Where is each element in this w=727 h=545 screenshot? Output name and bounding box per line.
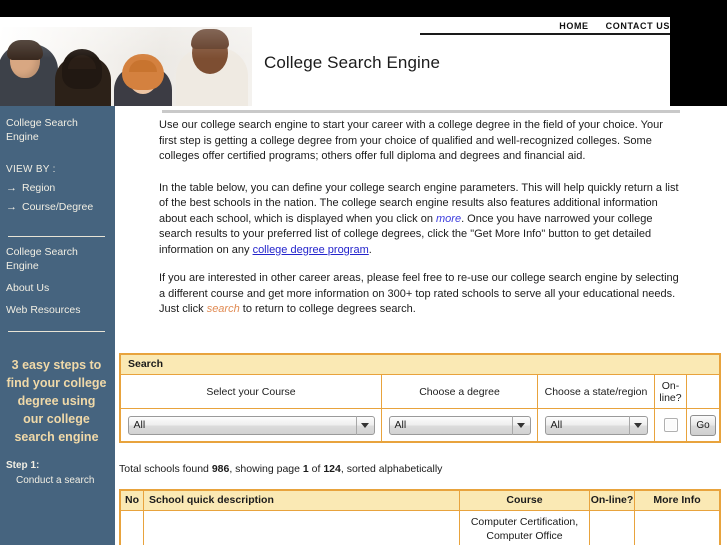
sidebar-item-web-resources[interactable]: Web Resources	[6, 303, 107, 317]
link-search[interactable]: search	[207, 303, 240, 315]
search-col-action-label	[687, 375, 719, 409]
search-go-cell: Go	[687, 409, 719, 441]
row-more-info	[635, 511, 719, 545]
sidebar-item-region[interactable]: → Region	[6, 182, 107, 195]
arrow-right-icon: →	[6, 182, 17, 194]
content-top-divider	[162, 110, 680, 113]
search-degree-cell: All	[382, 409, 538, 441]
nav-rule	[420, 33, 670, 35]
banner-photo	[0, 27, 252, 106]
paragraph-table-help: In the table below, you can define your …	[159, 181, 683, 259]
sidebar-promo-heading: 3 easy steps to find your college degree…	[6, 358, 107, 444]
link-more[interactable]: more	[436, 213, 461, 225]
nav-contact-us[interactable]: CONTACT US	[606, 21, 670, 31]
sidebar-item-region-label[interactable]: Region	[22, 182, 55, 195]
table-row[interactable]: Computer Certification, Computer Office	[121, 511, 719, 545]
region-select[interactable]: All	[544, 415, 648, 435]
summary-mid: , showing page	[229, 463, 303, 475]
row-online	[590, 511, 635, 545]
top-navigation: HOME CONTACT US	[504, 19, 670, 33]
paragraph-intro: Use our college search engine to start y…	[159, 119, 663, 162]
sidebar-step-text: Conduct a search	[16, 475, 95, 486]
degree-select[interactable]: All	[388, 415, 531, 435]
sidebar-item-about-us[interactable]: About Us	[6, 281, 107, 295]
summary-pre: Total schools found	[119, 463, 212, 475]
sidebar: College Search Engine VIEW BY : → Region…	[0, 106, 115, 545]
summary-total: 986	[211, 463, 230, 475]
results-header-row: No School quick description Course On-li…	[121, 491, 719, 511]
results-table: No School quick description Course On-li…	[119, 489, 721, 545]
go-button[interactable]: Go	[690, 414, 716, 436]
paragraph-table-help-post: .	[368, 243, 372, 256]
arrow-right-icon: →	[6, 201, 17, 213]
search-col-degree-label: Choose a degree	[382, 375, 538, 409]
results-col-course: Course	[460, 491, 590, 511]
search-online-cell	[655, 409, 687, 441]
degree-select-value: All	[394, 419, 407, 431]
search-col-online-label: On-line?	[655, 375, 687, 409]
nav-home[interactable]: HOME	[559, 21, 588, 31]
search-region-cell: All	[538, 409, 655, 441]
search-col-course-label: Select your Course	[121, 375, 382, 409]
online-checkbox[interactable]	[663, 418, 678, 432]
sidebar-item-course-degree[interactable]: → Course/Degree	[6, 201, 107, 214]
search-panel-title: Search	[121, 355, 719, 375]
link-college-degree-program[interactable]: college degree program	[253, 244, 369, 256]
sidebar-divider-top	[8, 236, 105, 237]
search-panel: Search Select your Course Choose a degre…	[119, 353, 721, 443]
sidebar-divider-bottom	[8, 331, 105, 332]
row-course: Computer Certification, Computer Office	[460, 511, 590, 545]
right-black-panel	[670, 0, 727, 106]
banner-highlight	[0, 27, 252, 106]
summary-of: of	[308, 463, 324, 475]
main-content: Use our college search engine to start y…	[119, 118, 719, 331]
results-col-online: On-line?	[590, 491, 635, 511]
page-title: College Search Engine	[264, 53, 440, 72]
top-black-strip	[0, 0, 727, 17]
sidebar-item-course-degree-label[interactable]: Course/Degree	[22, 201, 93, 214]
page-root: HOME CONTACT US College Search Engine Co…	[0, 0, 727, 545]
search-course-cell: All	[121, 409, 382, 441]
row-description	[144, 511, 460, 545]
paragraph-other-careers-post: to return to college degrees search.	[239, 303, 416, 315]
search-col-region-label: Choose a state/region	[538, 375, 655, 409]
course-select-value: All	[133, 419, 146, 431]
summary-pages: 124	[323, 463, 341, 475]
results-summary: Total schools found 986, showing page 1 …	[119, 463, 442, 475]
chevron-down-icon[interactable]	[355, 415, 374, 435]
summary-post: , sorted alphabetically	[340, 463, 443, 475]
search-panel-input-row: All All All Go	[121, 409, 719, 441]
results-col-no: No	[121, 491, 144, 511]
sidebar-step-label: Step 1:	[6, 460, 40, 471]
chevron-down-icon[interactable]	[511, 415, 530, 435]
course-select[interactable]: All	[127, 415, 375, 435]
sidebar-item-college-search-engine[interactable]: College Search Engine	[6, 245, 107, 273]
chevron-down-icon[interactable]	[628, 415, 647, 435]
search-panel-header-row: Select your Course Choose a degree Choos…	[121, 375, 719, 409]
row-no	[121, 511, 144, 545]
results-col-description: School quick description	[144, 491, 460, 511]
paragraph-other-careers: If you are interested in other career ar…	[159, 271, 683, 318]
results-col-more-info: More Info	[635, 491, 719, 511]
region-select-value: All	[550, 419, 563, 431]
sidebar-view-by-label: VIEW BY :	[6, 164, 56, 175]
sidebar-brand-link[interactable]: College Search Engine	[6, 116, 107, 144]
